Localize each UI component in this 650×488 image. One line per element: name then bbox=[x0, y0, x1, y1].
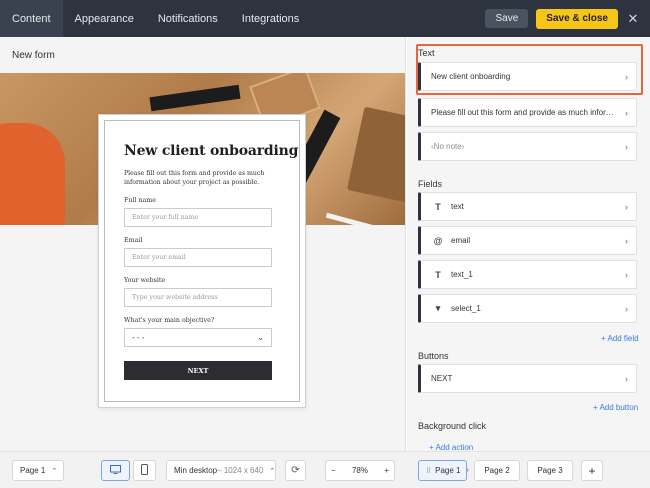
add-button-link[interactable]: + Add button bbox=[593, 403, 638, 412]
chevron-right-icon: › bbox=[625, 235, 628, 246]
objective-label: What's your main objective? bbox=[124, 317, 215, 324]
section-title-background-click: Background click bbox=[418, 421, 487, 431]
email-input[interactable]: Enter your email bbox=[124, 248, 272, 267]
tab-integrations[interactable]: Integrations bbox=[230, 0, 311, 37]
row-label: text_1 bbox=[451, 270, 473, 279]
full-name-label: Full name bbox=[124, 197, 156, 204]
form-title: New client onboarding bbox=[124, 143, 299, 159]
section-title-buttons: Buttons bbox=[418, 351, 449, 361]
field-row-select-1[interactable]: ▾ select_1 › bbox=[418, 294, 637, 323]
row-label: Please fill out this form and provide as… bbox=[431, 108, 619, 117]
notepad-graphic bbox=[346, 106, 405, 205]
refresh-icon: ⟳ bbox=[291, 465, 300, 476]
tab-content[interactable]: Content bbox=[0, 0, 63, 37]
section-title-fields: Fields bbox=[418, 179, 443, 189]
pen-graphic bbox=[325, 212, 405, 225]
save-and-close-button[interactable]: Save & close bbox=[536, 8, 618, 29]
top-bar: Content Appearance Notifications Integra… bbox=[0, 0, 650, 37]
chevron-right-icon: › bbox=[625, 141, 628, 152]
page-tab-2[interactable]: Page 2 bbox=[474, 460, 520, 481]
refresh-button[interactable]: ⟳ bbox=[285, 460, 306, 481]
desktop-view-button[interactable] bbox=[101, 460, 130, 481]
mobile-icon bbox=[141, 464, 148, 477]
chevron-right-icon: › bbox=[625, 303, 628, 314]
drag-handle-icon[interactable]: ⠿ bbox=[426, 467, 431, 475]
page-tab-1[interactable]: ⠿ Page 1 › bbox=[418, 460, 469, 481]
text-row-note[interactable]: ‹No note› › bbox=[418, 132, 637, 161]
email-field-icon: @ bbox=[433, 235, 443, 246]
form-card[interactable]: New client onboarding Please fill out th… bbox=[98, 114, 306, 408]
page-tab-label: Page 2 bbox=[484, 466, 510, 475]
top-actions: Save Save & close ✕ bbox=[485, 0, 650, 37]
objective-select[interactable]: - - - ⌄ bbox=[124, 328, 272, 347]
row-label: text bbox=[451, 202, 464, 211]
add-field-link[interactable]: + Add field bbox=[601, 334, 639, 343]
field-row-text-1[interactable]: T text_1 › bbox=[418, 260, 637, 289]
desktop-icon bbox=[110, 464, 121, 477]
tab-label: Content bbox=[12, 12, 51, 25]
mobile-view-button[interactable] bbox=[133, 460, 156, 481]
chevron-right-icon: › bbox=[466, 467, 469, 474]
field-row-text[interactable]: T text › bbox=[418, 192, 637, 221]
row-label: email bbox=[451, 236, 471, 245]
field-row-email[interactable]: @ email › bbox=[418, 226, 637, 255]
form-name: New form bbox=[12, 50, 55, 61]
row-label: select_1 bbox=[451, 304, 481, 313]
email-label: Email bbox=[124, 237, 143, 244]
text-row-description[interactable]: Please fill out this form and provide as… bbox=[418, 98, 637, 127]
chevron-right-icon: › bbox=[625, 269, 628, 280]
tab-label: Notifications bbox=[157, 12, 218, 25]
row-label: NEXT bbox=[431, 374, 453, 383]
page-tab-label: Page 1 bbox=[435, 466, 461, 475]
viewport-preset-select[interactable]: Min desktop – 1024 x 640 ⌃ bbox=[166, 460, 276, 481]
chevron-up-icon: ⌃ bbox=[269, 467, 276, 475]
preset-size: – 1024 x 640 bbox=[217, 466, 264, 475]
close-icon[interactable]: ✕ bbox=[626, 11, 640, 27]
select-field-icon: ▾ bbox=[435, 303, 441, 313]
ruler-graphic bbox=[149, 84, 241, 112]
button-row-next[interactable]: NEXT › bbox=[418, 364, 637, 393]
zoom-level: 78% bbox=[351, 466, 368, 475]
zoom-out-button[interactable]: − bbox=[331, 466, 336, 475]
page-tab-label: Page 3 bbox=[537, 466, 563, 475]
save-button[interactable]: Save bbox=[485, 9, 529, 28]
add-action-link[interactable]: + Add action bbox=[429, 443, 473, 451]
full-name-input[interactable]: Enter your full name bbox=[124, 208, 272, 227]
chevron-right-icon: › bbox=[625, 373, 628, 384]
orange-chair-graphic bbox=[0, 123, 65, 225]
row-label: ‹No note› bbox=[431, 142, 465, 151]
chevron-right-icon: › bbox=[625, 107, 628, 118]
form-description: Please fill out this form and provide as… bbox=[124, 170, 265, 186]
add-page-button[interactable]: + bbox=[581, 460, 603, 481]
text-field-icon: T bbox=[435, 269, 441, 280]
tab-notifications[interactable]: Notifications bbox=[146, 0, 230, 37]
preview-canvas: New form New client onboarding Please fi… bbox=[0, 37, 406, 451]
website-input[interactable]: Type your website address bbox=[124, 288, 272, 307]
selection-highlight bbox=[416, 44, 643, 95]
next-button[interactable]: NEXT bbox=[124, 361, 272, 380]
tab-label: Appearance bbox=[74, 12, 134, 25]
preset-label: Min desktop bbox=[174, 466, 218, 475]
page-tab-3[interactable]: Page 3 bbox=[527, 460, 573, 481]
chevron-down-icon: ⌄ bbox=[257, 333, 264, 342]
page-select[interactable]: Page 1 ⌃ bbox=[12, 460, 64, 481]
chevron-right-icon: › bbox=[625, 201, 628, 212]
page-select-value: Page 1 bbox=[20, 466, 46, 475]
zoom-control: − 78% + bbox=[325, 460, 395, 481]
website-label: Your website bbox=[124, 277, 166, 284]
bottom-toolbar: Page 1 ⌃ Min desktop – 1024 x 640 ⌃ ⟳ − … bbox=[0, 451, 650, 488]
tab-label: Integrations bbox=[241, 12, 300, 25]
tab-appearance[interactable]: Appearance bbox=[63, 0, 146, 37]
zoom-in-button[interactable]: + bbox=[384, 466, 389, 475]
settings-panel: Text New client onboarding › Please fill… bbox=[407, 37, 650, 451]
objective-select-value: - - - bbox=[132, 333, 145, 342]
text-field-icon: T bbox=[435, 201, 441, 212]
chevron-up-icon: ⌃ bbox=[51, 467, 58, 475]
